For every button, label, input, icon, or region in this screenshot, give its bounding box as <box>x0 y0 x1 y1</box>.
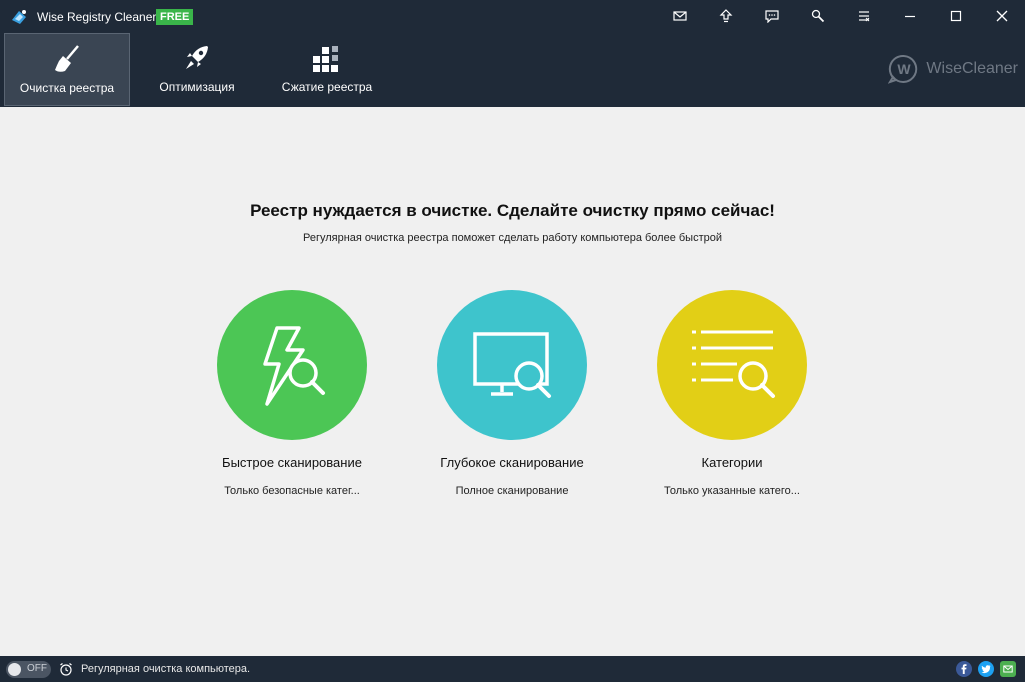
svg-text:W: W <box>898 61 912 77</box>
wisecleaner-logo-icon: W <box>888 54 918 84</box>
app-logo-icon <box>12 10 26 24</box>
twitter-button[interactable] <box>978 661 994 677</box>
minimize-button[interactable] <box>896 3 924 29</box>
quick-scan-title: Быстрое сканирование <box>222 455 362 470</box>
deep-scan-card[interactable]: Глубокое сканирование Полное сканировани… <box>412 290 612 497</box>
close-icon <box>996 10 1008 22</box>
page-subline: Регулярная очистка реестра поможет сдела… <box>302 232 723 244</box>
tab-label: Очистка реестра <box>19 81 115 95</box>
quick-scan-desc: Только безопасные катег... <box>224 485 360 497</box>
menu-button[interactable] <box>850 3 878 29</box>
lightning-search-icon <box>263 326 325 406</box>
mail-button[interactable] <box>666 3 694 29</box>
page-headline: Реестр нуждается в очистке. Сделайте очи… <box>250 201 775 220</box>
maximize-button[interactable] <box>942 3 970 29</box>
quick-scan-button[interactable] <box>217 290 367 440</box>
list-search-icon <box>692 330 775 398</box>
settings-button[interactable] <box>804 3 832 29</box>
monitor-search-icon <box>473 332 551 398</box>
tab-registry-defrag[interactable]: Сжатие реестра <box>264 33 390 106</box>
categories-card[interactable]: Категории Только указанные катего... <box>632 290 832 497</box>
feedback-button[interactable] <box>758 3 786 29</box>
blocks-icon <box>313 46 338 72</box>
categories-desc: Только указанные катего... <box>664 485 800 497</box>
deep-scan-title: Глубокое сканирование <box>440 455 584 470</box>
status-text: Регулярная очистка компьютера. <box>81 663 251 675</box>
categories-button[interactable] <box>657 290 807 440</box>
envelope-icon <box>1003 665 1013 673</box>
twitter-icon <box>981 665 991 674</box>
main-toolbar: Очистка реестра Оптимизация Сжатие реест… <box>0 33 1025 107</box>
maximize-icon <box>950 10 962 22</box>
wrench-icon <box>811 9 825 23</box>
categories-title: Категории <box>701 455 763 470</box>
facebook-button[interactable] <box>956 661 972 677</box>
tab-label: Оптимизация <box>159 80 235 94</box>
main-content: Реестр нуждается в очистке. Сделайте очи… <box>0 107 1025 656</box>
alarm-clock-icon <box>60 663 72 676</box>
mail-share-button[interactable] <box>1000 661 1016 677</box>
upgrade-arrow-icon <box>719 9 733 23</box>
deep-scan-desc: Полное сканирование <box>455 485 569 497</box>
quick-scan-card[interactable]: Быстрое сканирование Только безопасные к… <box>192 290 392 497</box>
update-button[interactable] <box>712 3 740 29</box>
minimize-icon <box>905 15 915 18</box>
close-button[interactable] <box>988 3 1016 29</box>
rocket-icon <box>186 46 208 69</box>
tab-label: Сжатие реестра <box>281 80 373 94</box>
scheduled-clean-toggle[interactable]: OFF <box>6 661 51 678</box>
chat-icon <box>765 10 779 23</box>
app-title: Wise Registry Cleaner X <box>37 10 168 24</box>
menu-list-icon <box>859 11 870 22</box>
toggle-label: OFF <box>27 663 47 674</box>
mail-icon <box>673 11 687 21</box>
title-bar: Wise Registry Cleaner X FREE <box>0 0 1025 33</box>
tab-optimization[interactable]: Оптимизация <box>134 33 260 106</box>
tab-registry-cleaner[interactable]: Очистка реестра <box>4 33 130 106</box>
facebook-icon <box>961 664 967 674</box>
brand-name: WiseCleaner <box>926 60 1018 77</box>
toggle-knob <box>8 663 21 676</box>
deep-scan-button[interactable] <box>437 290 587 440</box>
broom-icon <box>55 45 79 72</box>
wisecleaner-brand[interactable]: W WiseCleaner <box>888 54 1018 84</box>
status-bar: OFF Регулярная очистка компьютера. <box>0 656 1025 682</box>
free-badge: FREE <box>156 9 194 25</box>
